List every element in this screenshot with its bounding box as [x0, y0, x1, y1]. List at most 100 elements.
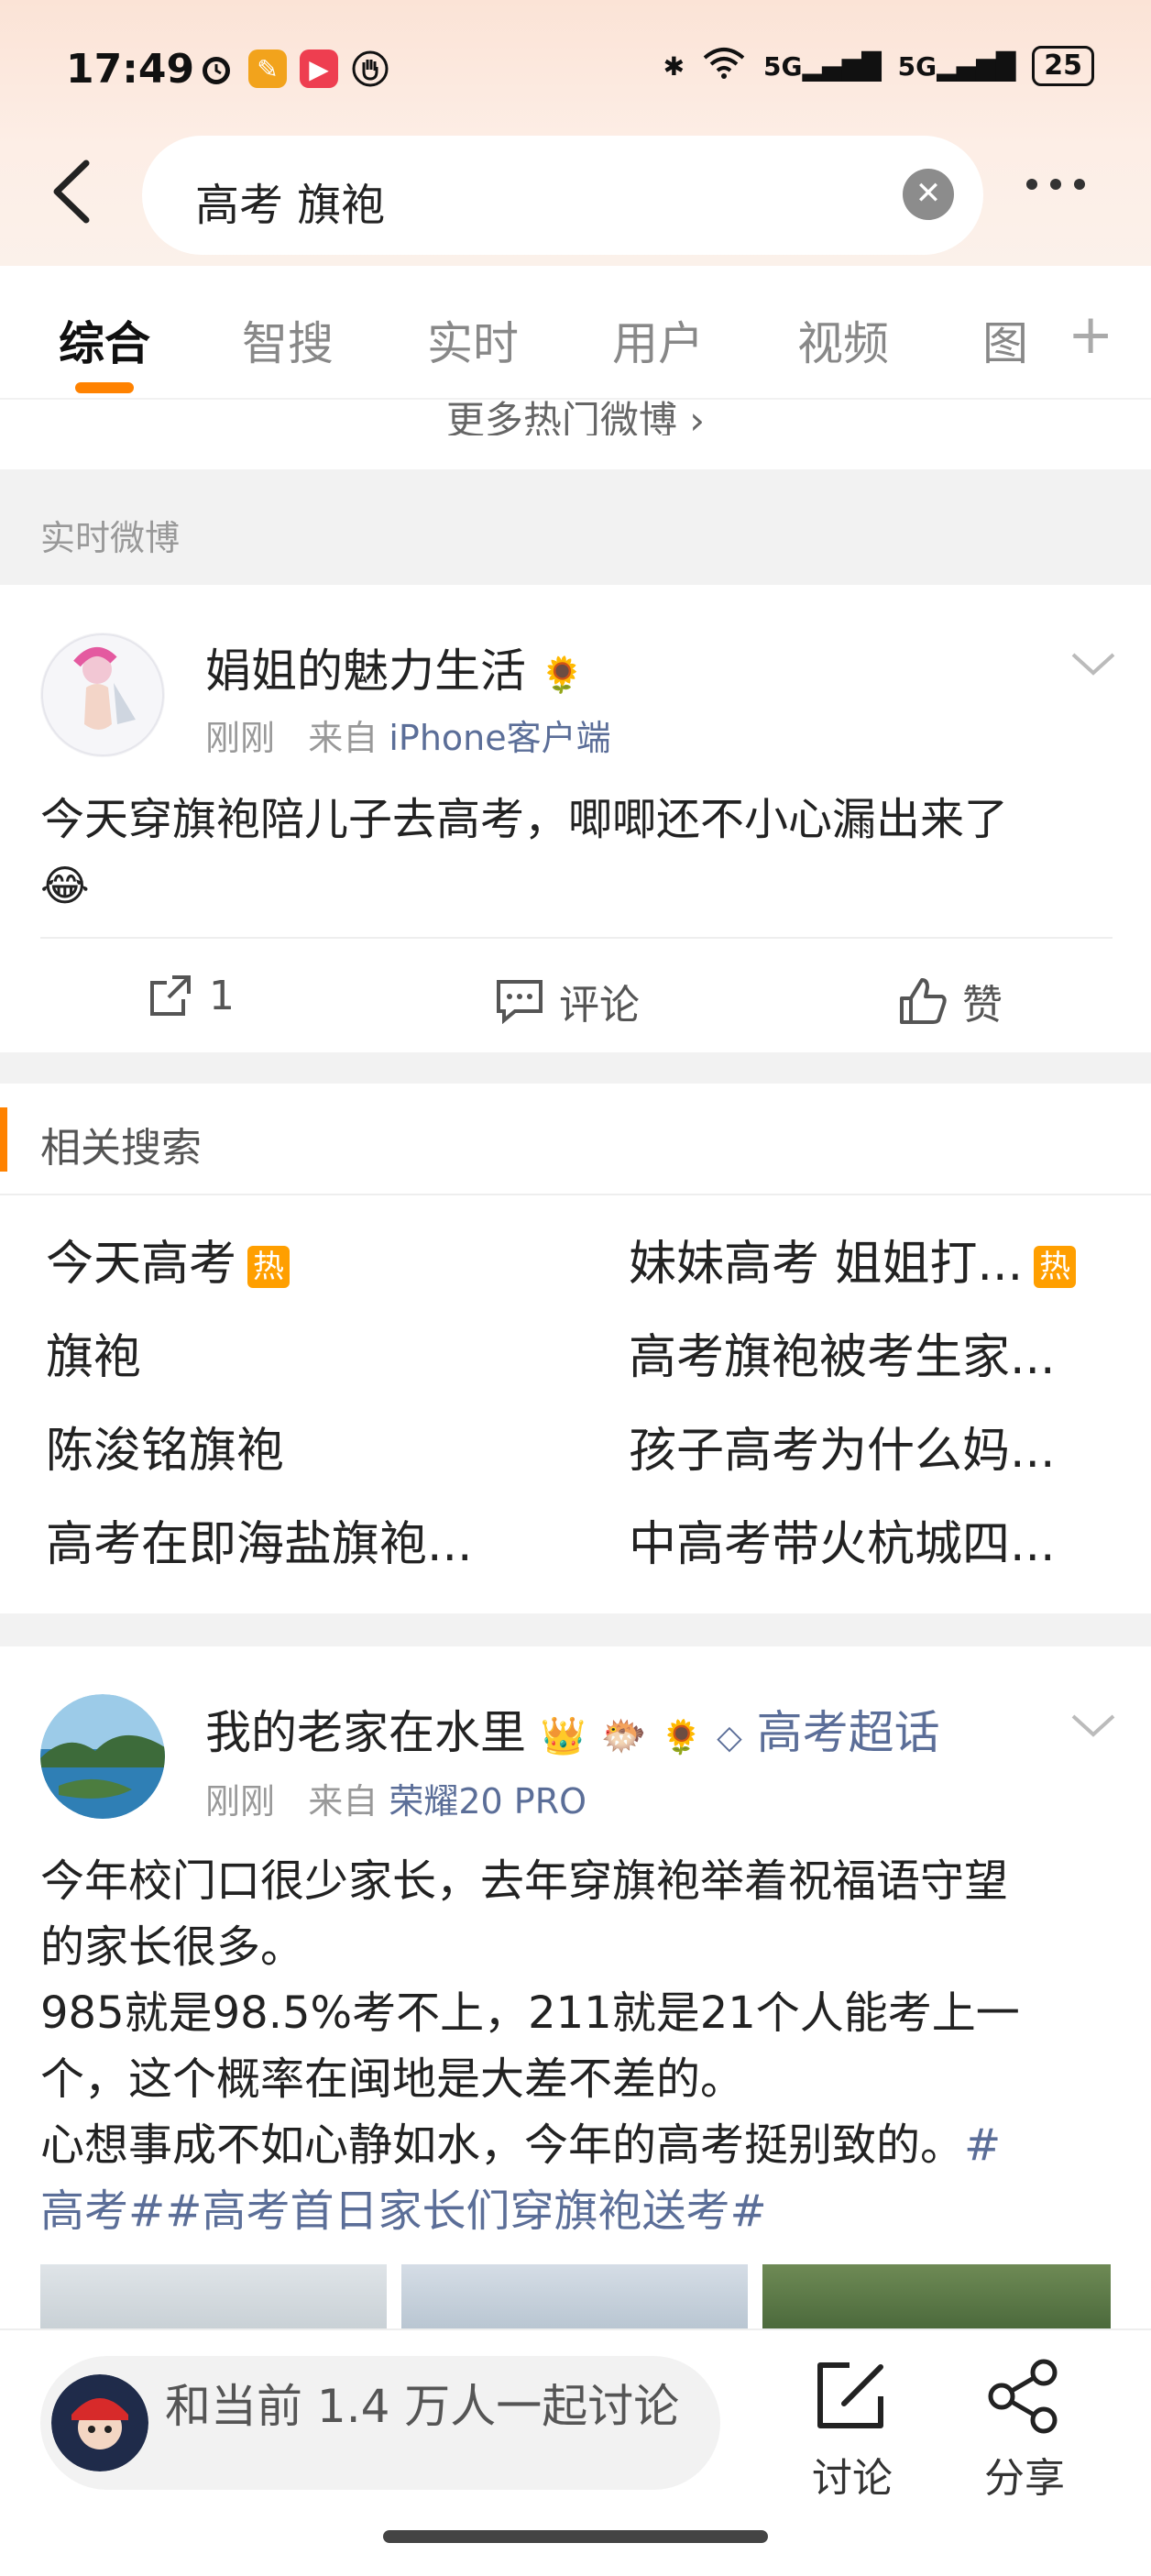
- related-search-text: 妹妹高考 姐姐打...: [629, 1237, 1024, 1292]
- post-actions: 1 评论 赞: [0, 944, 1151, 1054]
- hot-badge: 热: [1034, 1246, 1077, 1288]
- section-accent-bar: [0, 1107, 7, 1172]
- post-image[interactable]: [401, 2264, 748, 2328]
- more-options-button[interactable]: [1026, 179, 1100, 206]
- post-source[interactable]: 荣耀20 PRO: [389, 1781, 586, 1822]
- status-time: 17:49: [66, 46, 195, 93]
- like-label: 赞: [962, 982, 1003, 1029]
- search-input[interactable]: 高考 旗袍 ✕: [142, 136, 983, 255]
- tab-realtime[interactable]: 实时: [427, 307, 519, 373]
- network-label-2: 5G: [897, 50, 937, 82]
- avatar[interactable]: [40, 633, 165, 757]
- network-label-1: 5G: [763, 50, 803, 82]
- discuss-label: 讨论: [812, 2455, 893, 2502]
- tab-comprehensive[interactable]: 综合: [59, 307, 150, 373]
- section-gap: [0, 1613, 1151, 1646]
- post-text-line: 个，这个概率在闽地是大差不差的。: [40, 2053, 745, 2105]
- repost-count: 1: [209, 972, 235, 1019]
- dot: [1050, 179, 1061, 190]
- user-avatar: [51, 2374, 148, 2471]
- add-tab-button[interactable]: +: [1068, 303, 1113, 367]
- related-search-text: 今天高考: [46, 1237, 237, 1292]
- bluetooth-icon: ✱: [663, 50, 685, 82]
- clear-search-button[interactable]: ✕: [903, 169, 954, 220]
- sunflower-badge-icon: 🌻: [540, 655, 585, 695]
- related-search-item[interactable]: 高考在即海盐旗袍...: [46, 1505, 473, 1574]
- post-from-label: 来自: [308, 1781, 378, 1822]
- tab-images[interactable]: 图: [982, 307, 1028, 373]
- back-arrow-icon: [53, 160, 90, 224]
- related-search-item[interactable]: 今天高考热: [46, 1225, 290, 1294]
- share-icon: [988, 2359, 1058, 2434]
- avatar-image: [41, 633, 164, 756]
- dot: [1026, 179, 1037, 190]
- related-search-item[interactable]: 旗袍: [46, 1318, 141, 1387]
- status-system-icons: ✱ 5G▂▄▆█ 5G▂▄▆█ 25: [663, 46, 1094, 86]
- app-orange-icon: ✎: [248, 50, 287, 88]
- avatar-image: [40, 1694, 165, 1819]
- hashtag-link[interactable]: 高考##高考首日家长们穿旗袍送考#: [40, 2178, 1122, 2244]
- related-search-item[interactable]: 孩子高考为什么妈...: [629, 1412, 1056, 1481]
- comment-label: 评论: [559, 982, 640, 1029]
- section-gap: [0, 1052, 1151, 1084]
- hand-icon: [351, 50, 389, 88]
- like-button[interactable]: 赞: [898, 972, 1003, 1030]
- discuss-button[interactable]: 讨论: [797, 2358, 907, 2504]
- post-image[interactable]: [40, 2264, 387, 2328]
- username-text: 娟姐的魅力生活: [205, 644, 526, 698]
- post-username[interactable]: 娟姐的魅力生活 🌻: [205, 634, 584, 700]
- related-search-item[interactable]: 妹妹高考 姐姐打... 热: [629, 1225, 1077, 1294]
- post-source[interactable]: iPhone客户端: [389, 718, 610, 758]
- related-search-item[interactable]: 陈浚铭旗袍: [46, 1412, 284, 1481]
- related-search-item[interactable]: 高考旗袍被考生家...: [629, 1318, 1056, 1387]
- avatar-image: [51, 2374, 148, 2471]
- divider: [40, 937, 1113, 939]
- join-discussion-button[interactable]: 和当前 1.4 万人一起讨论: [40, 2356, 720, 2490]
- tab-smart-search[interactable]: 智搜: [242, 307, 334, 373]
- tab-users[interactable]: 用户: [612, 307, 704, 373]
- more-hot-weibo-link[interactable]: 更多热门微博 ›: [0, 390, 1151, 435]
- post-menu-button[interactable]: [1070, 651, 1116, 678]
- share-button[interactable]: 分享: [970, 2358, 1080, 2504]
- battery-icon: 25: [1032, 46, 1094, 86]
- post-image[interactable]: [762, 2264, 1111, 2328]
- post-text: 今年校门口很少家长，去年穿旗袍举着祝福语守望 的家长很多。 985就是98.5%…: [40, 1848, 1122, 2244]
- supertopic-link[interactable]: 高考超话: [757, 1706, 940, 1759]
- alarm-icon: [197, 50, 236, 88]
- share-label: 分享: [984, 2455, 1065, 2502]
- post-meta: 刚刚 来自 iPhone客户端: [205, 710, 611, 760]
- dot: [1074, 179, 1085, 190]
- repost-icon: [150, 975, 191, 1016]
- back-button[interactable]: [48, 158, 97, 226]
- fish-badge-icon: 🐡: [600, 1715, 647, 1757]
- post-menu-button[interactable]: [1070, 1712, 1116, 1740]
- join-discussion-text: 和当前 1.4 万人一起讨论: [165, 2380, 680, 2433]
- comment-button[interactable]: 评论: [495, 972, 640, 1030]
- hashtag-link[interactable]: #: [964, 2119, 1001, 2171]
- post-text-line: 今年校门口很少家长，去年穿旗袍举着祝福语守望: [40, 1855, 1009, 1907]
- tab-bar: 综合 智搜 实时 用户 视频 图 +: [0, 266, 1151, 399]
- related-search-title: 相关搜索: [40, 1125, 202, 1172]
- sunflower-badge-icon: 🌻: [661, 1719, 703, 1756]
- post-text-line: 的家长很多。: [40, 1921, 305, 1973]
- related-search-item[interactable]: 中高考带火杭城四...: [629, 1505, 1056, 1574]
- avatar[interactable]: [40, 1694, 165, 1819]
- post-username[interactable]: 我的老家在水里 👑 🐡 🌻 ◇ 高考超话: [205, 1696, 940, 1762]
- divider: [0, 1194, 1151, 1195]
- repost-button[interactable]: 1: [147, 972, 235, 1019]
- post-time: 刚刚: [205, 718, 276, 758]
- home-indicator[interactable]: [383, 2530, 768, 2543]
- search-query: 高考 旗袍: [195, 180, 386, 231]
- edit-icon: [817, 2362, 883, 2428]
- signal-icon-2: 5G▂▄▆█: [897, 50, 1016, 82]
- laughing-emoji-icon: 😂: [40, 861, 90, 910]
- crown-badge-icon: 👑: [540, 1715, 586, 1757]
- tab-videos[interactable]: 视频: [797, 307, 889, 373]
- thumbs-up-icon: [900, 978, 947, 1024]
- signal-icon-1: 5G▂▄▆█: [763, 50, 882, 82]
- wifi-icon: [701, 47, 747, 86]
- diamond-icon: ◇: [717, 1719, 742, 1756]
- post-meta: 刚刚 来自 荣耀20 PRO: [205, 1773, 586, 1823]
- username-text: 我的老家在水里: [205, 1706, 526, 1759]
- post-text-line: 985就是98.5%考不上，211就是21个人能考上一: [40, 1987, 1020, 2039]
